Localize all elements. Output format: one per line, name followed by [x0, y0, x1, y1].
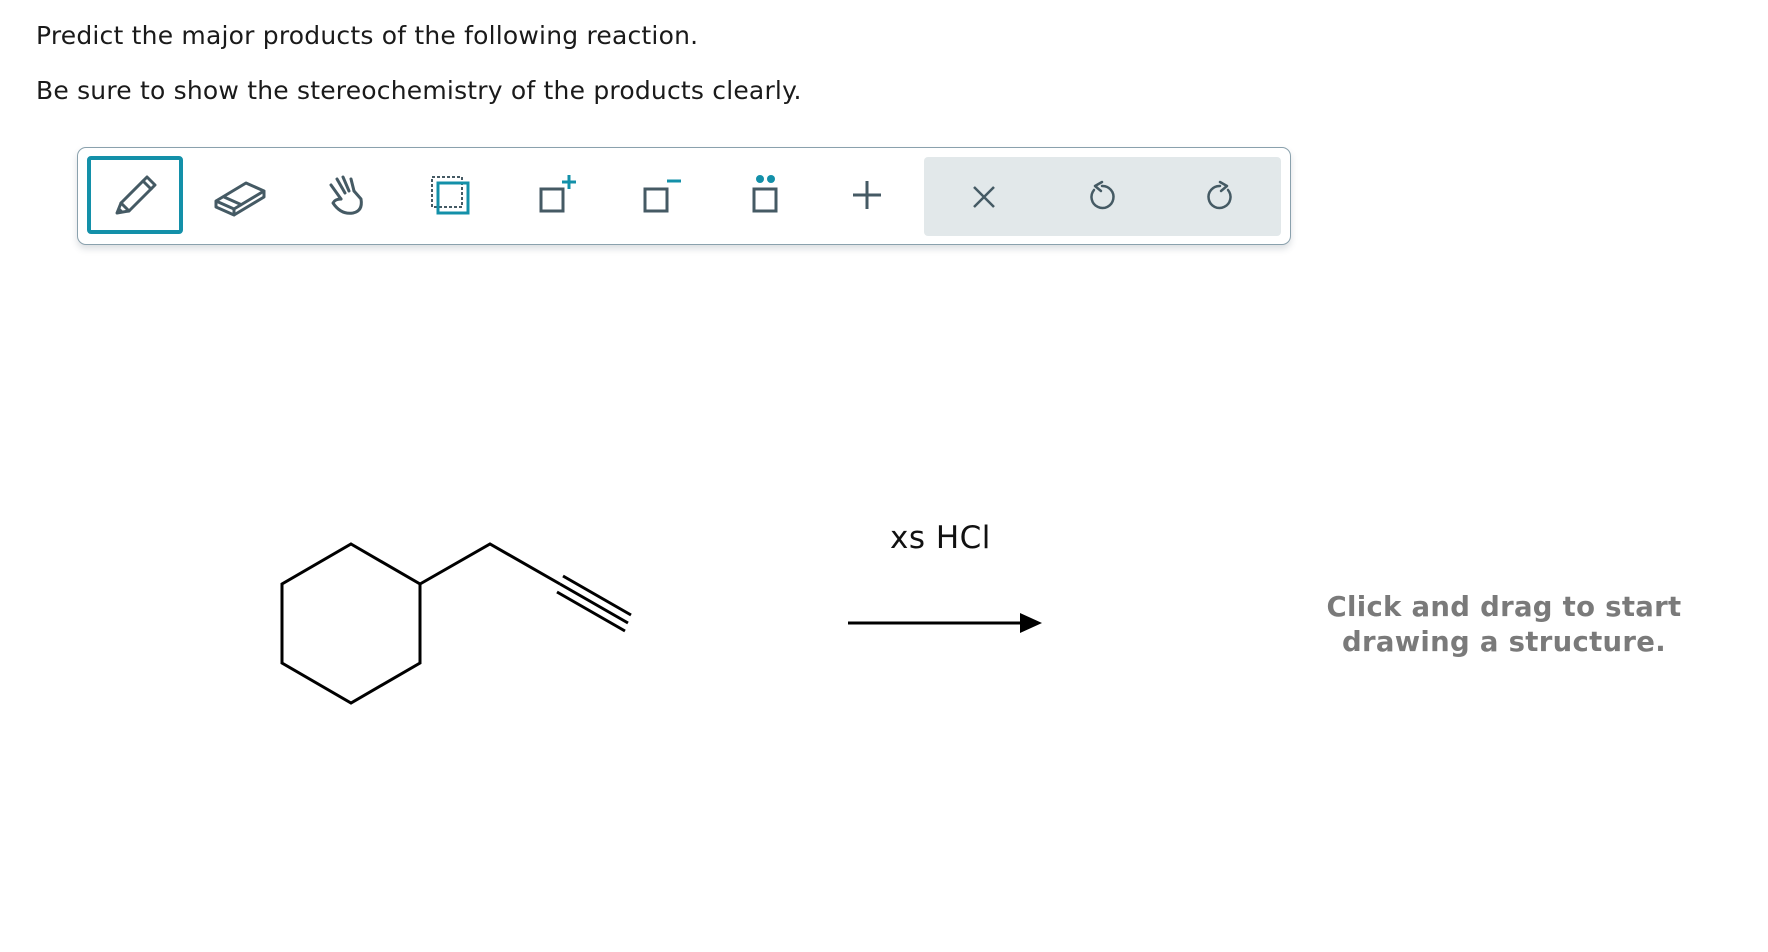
question-line-2: Be sure to show the stereochemistry of t… — [36, 76, 802, 105]
eraser-icon — [214, 181, 266, 217]
hand-tool-button[interactable] — [308, 156, 382, 234]
question-line-1: Predict the major products of the follow… — [36, 21, 699, 50]
lone-pair-button[interactable] — [728, 156, 802, 234]
pencil-tool-button[interactable] — [87, 156, 183, 234]
action-group — [924, 157, 1281, 236]
reactant-structure — [280, 542, 632, 705]
eraser-tool-button[interactable] — [203, 156, 277, 234]
select-tool-button[interactable] — [413, 156, 487, 234]
clear-button[interactable] — [946, 157, 1022, 236]
clear-icon — [973, 185, 995, 208]
positive-charge-icon — [539, 175, 576, 213]
undo-icon — [1090, 180, 1115, 209]
negative-charge-button[interactable] — [624, 156, 698, 234]
ch2-bond — [419, 542, 561, 586]
select-box-icon — [431, 176, 470, 215]
negative-charge-icon — [643, 179, 681, 213]
redo-icon — [1207, 180, 1232, 209]
cyclohexane-ring — [280, 542, 422, 705]
redo-button[interactable] — [1182, 157, 1258, 236]
reagent-label: xs HCl — [890, 520, 991, 556]
hand-icon — [329, 175, 363, 215]
lone-pair-icon — [752, 175, 778, 213]
reaction-arrow — [848, 613, 1042, 633]
hint-line-2: drawing a structure. — [1342, 626, 1666, 658]
drawing-toolbar — [77, 147, 1291, 245]
product-drawing-area[interactable]: Click and drag to start drawing a struct… — [1240, 590, 1768, 660]
positive-charge-button[interactable] — [520, 156, 594, 234]
pencil-icon — [115, 175, 157, 215]
hint-line-1: Click and drag to start — [1326, 591, 1682, 623]
undo-button[interactable] — [1064, 157, 1140, 236]
add-arrow-icon — [853, 181, 881, 209]
triple-bond — [556, 574, 632, 633]
add-arrow-button[interactable] — [830, 156, 904, 234]
